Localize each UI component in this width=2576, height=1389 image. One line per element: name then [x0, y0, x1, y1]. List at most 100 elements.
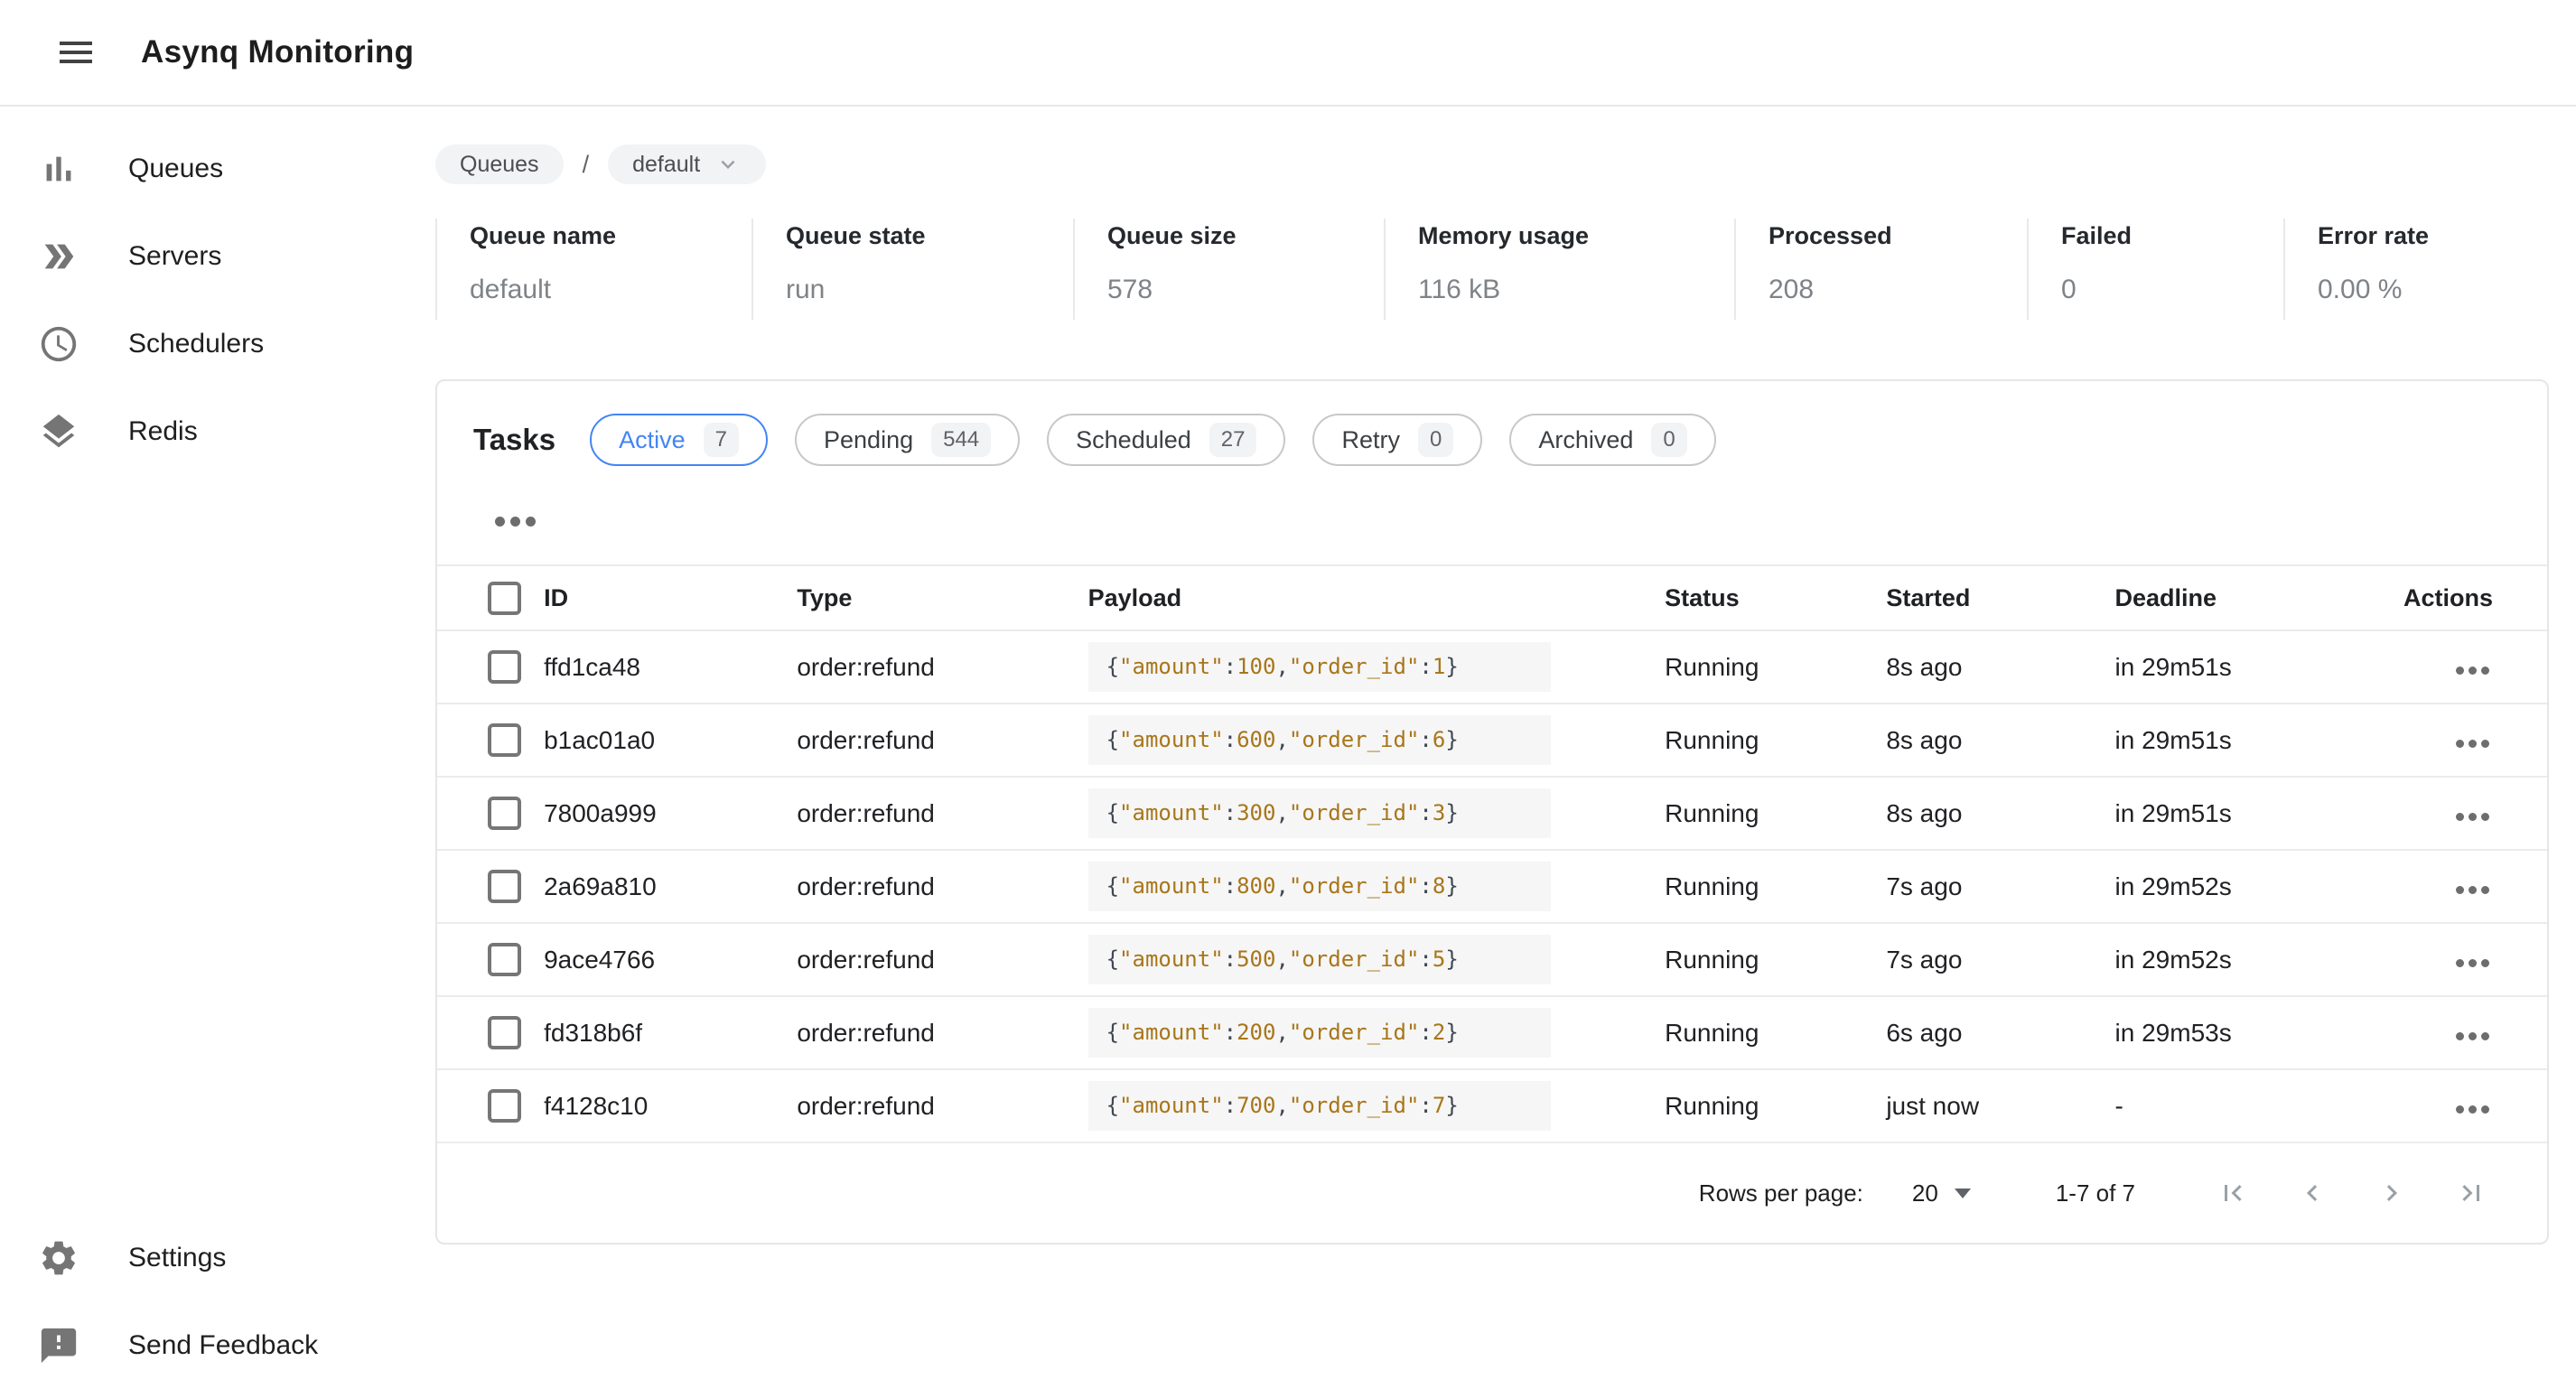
- app-header: Asynq Monitoring: [0, 0, 2576, 107]
- row-actions-menu-icon[interactable]: [2452, 952, 2493, 974]
- task-deadline: in 29m53s: [2115, 996, 2399, 1069]
- sidebar-item-label: Queues: [128, 154, 223, 184]
- stat-processed: Processed 208: [1734, 219, 2027, 320]
- sidebar-item-schedulers[interactable]: Schedulers: [0, 300, 435, 387]
- stat-queue-state: Queue state run: [751, 219, 1073, 320]
- stat-value: 0.00 %: [2318, 275, 2540, 305]
- hamburger-menu-icon[interactable]: [51, 27, 101, 78]
- row-checkbox[interactable]: [488, 723, 521, 757]
- table-pagination: Rows per page: 20 1-7 of 7: [437, 1143, 2547, 1243]
- tab-count-badge: 0: [1418, 423, 1453, 457]
- row-actions-menu-icon[interactable]: [2452, 806, 2493, 828]
- task-payload: {"amount":500,"order_id":5}: [1088, 935, 1551, 984]
- task-type: order:refund: [797, 704, 1087, 777]
- double-arrow-icon: [38, 236, 79, 277]
- sidebar-item-send-feedback[interactable]: Send Feedback: [0, 1301, 435, 1389]
- column-header-deadline: Deadline: [2115, 565, 2399, 630]
- row-checkbox[interactable]: [488, 1016, 521, 1049]
- tab-active[interactable]: Active 7: [590, 414, 768, 466]
- task-deadline: in 29m51s: [2115, 630, 2399, 704]
- row-actions-menu-icon[interactable]: [2452, 1025, 2493, 1048]
- next-page-icon[interactable]: [2352, 1166, 2431, 1220]
- stat-label: Processed: [1769, 222, 2018, 250]
- row-checkbox[interactable]: [488, 1089, 521, 1123]
- stat-label: Queue state: [786, 222, 1064, 250]
- task-type: order:refund: [797, 996, 1087, 1069]
- tab-scheduled[interactable]: Scheduled 27: [1047, 414, 1285, 466]
- breadcrumb-separator: /: [583, 151, 590, 179]
- sidebar-item-settings[interactable]: Settings: [0, 1214, 435, 1301]
- task-type: order:refund: [797, 850, 1087, 923]
- queue-stats: Queue name default Queue state run Queue…: [435, 219, 2549, 320]
- tasks-card: Tasks Active 7 Pending 544 Scheduled 27: [435, 379, 2549, 1245]
- task-payload: {"amount":800,"order_id":8}: [1088, 862, 1551, 911]
- tab-pending[interactable]: Pending 544: [795, 414, 1020, 466]
- sidebar-item-servers[interactable]: Servers: [0, 212, 435, 300]
- task-deadline: in 29m51s: [2115, 704, 2399, 777]
- stat-value: 0: [2061, 275, 2274, 305]
- last-page-icon[interactable]: [2431, 1166, 2511, 1220]
- sidebar-item-queues[interactable]: Queues: [0, 125, 435, 212]
- task-id: 2a69a810: [544, 850, 797, 923]
- rows-per-page-select[interactable]: 20: [1912, 1179, 1971, 1207]
- first-page-icon[interactable]: [2193, 1166, 2273, 1220]
- bulk-actions-menu-icon[interactable]: [490, 508, 541, 536]
- tab-count-badge: 0: [1651, 423, 1686, 457]
- tab-archived[interactable]: Archived 0: [1509, 414, 1715, 466]
- task-status: Running: [1665, 704, 1886, 777]
- tab-label: Archived: [1538, 426, 1633, 454]
- sidebar-item-label: Servers: [128, 241, 221, 272]
- stat-queue-size: Queue size 578: [1073, 219, 1384, 320]
- task-payload: {"amount":300,"order_id":3}: [1088, 788, 1551, 838]
- tab-count-badge: 27: [1209, 423, 1257, 457]
- tab-count-badge: 544: [931, 423, 991, 457]
- stat-label: Memory usage: [1418, 222, 1725, 250]
- table-row: fd318b6f order:refund {"amount":200,"ord…: [437, 996, 2547, 1069]
- task-id: fd318b6f: [544, 996, 797, 1069]
- clock-icon: [38, 323, 79, 365]
- row-actions-menu-icon[interactable]: [2452, 659, 2493, 682]
- task-status: Running: [1665, 630, 1886, 704]
- feedback-icon: [38, 1325, 79, 1366]
- tab-label: Pending: [824, 426, 913, 454]
- stat-queue-name: Queue name default: [435, 219, 751, 320]
- task-status: Running: [1665, 850, 1886, 923]
- row-checkbox[interactable]: [488, 870, 521, 903]
- task-started: 8s ago: [1886, 704, 2114, 777]
- task-id: 7800a999: [544, 777, 797, 850]
- stat-value: 208: [1769, 275, 2018, 305]
- breadcrumb-queues[interactable]: Queues: [435, 144, 564, 184]
- row-actions-menu-icon[interactable]: [2452, 879, 2493, 901]
- select-all-checkbox[interactable]: [488, 582, 521, 615]
- sidebar-item-label: Redis: [128, 416, 198, 447]
- rows-per-page-value: 20: [1912, 1179, 1938, 1207]
- task-started: 7s ago: [1886, 923, 2114, 996]
- stat-value: 578: [1107, 275, 1375, 305]
- row-actions-menu-icon[interactable]: [2452, 732, 2493, 755]
- stat-label: Error rate: [2318, 222, 2540, 250]
- task-status: Running: [1665, 777, 1886, 850]
- table-row: ffd1ca48 order:refund {"amount":100,"ord…: [437, 630, 2547, 704]
- task-started: 8s ago: [1886, 630, 2114, 704]
- column-header-payload: Payload: [1088, 565, 1666, 630]
- main-content: Queues / default Queue name default Queu…: [435, 107, 2576, 1389]
- rows-per-page-label: Rows per page:: [1699, 1179, 1863, 1207]
- task-status: Running: [1665, 923, 1886, 996]
- column-header-type: Type: [797, 565, 1087, 630]
- breadcrumb-queue-selector[interactable]: default: [608, 144, 766, 184]
- stat-label: Queue size: [1107, 222, 1375, 250]
- task-status: Running: [1665, 996, 1886, 1069]
- row-actions-menu-icon[interactable]: [2452, 1098, 2493, 1121]
- stat-label: Queue name: [470, 222, 742, 250]
- sidebar-item-label: Settings: [128, 1243, 226, 1273]
- tab-label: Active: [619, 426, 686, 454]
- row-checkbox[interactable]: [488, 943, 521, 976]
- row-checkbox[interactable]: [488, 650, 521, 684]
- task-started: 8s ago: [1886, 777, 2114, 850]
- sidebar-item-redis[interactable]: Redis: [0, 387, 435, 475]
- tab-retry[interactable]: Retry 0: [1312, 414, 1482, 466]
- chevron-down-icon: [714, 151, 742, 178]
- row-checkbox[interactable]: [488, 797, 521, 830]
- column-header-started: Started: [1886, 565, 2114, 630]
- previous-page-icon[interactable]: [2273, 1166, 2352, 1220]
